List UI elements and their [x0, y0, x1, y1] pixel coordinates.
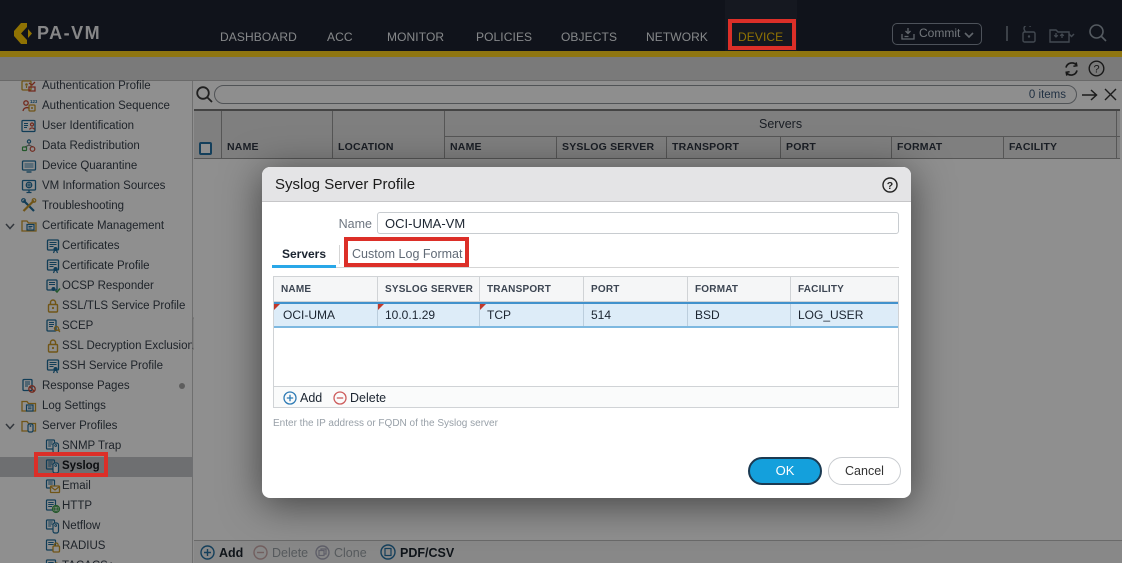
svg-text:?: ?: [887, 180, 893, 192]
